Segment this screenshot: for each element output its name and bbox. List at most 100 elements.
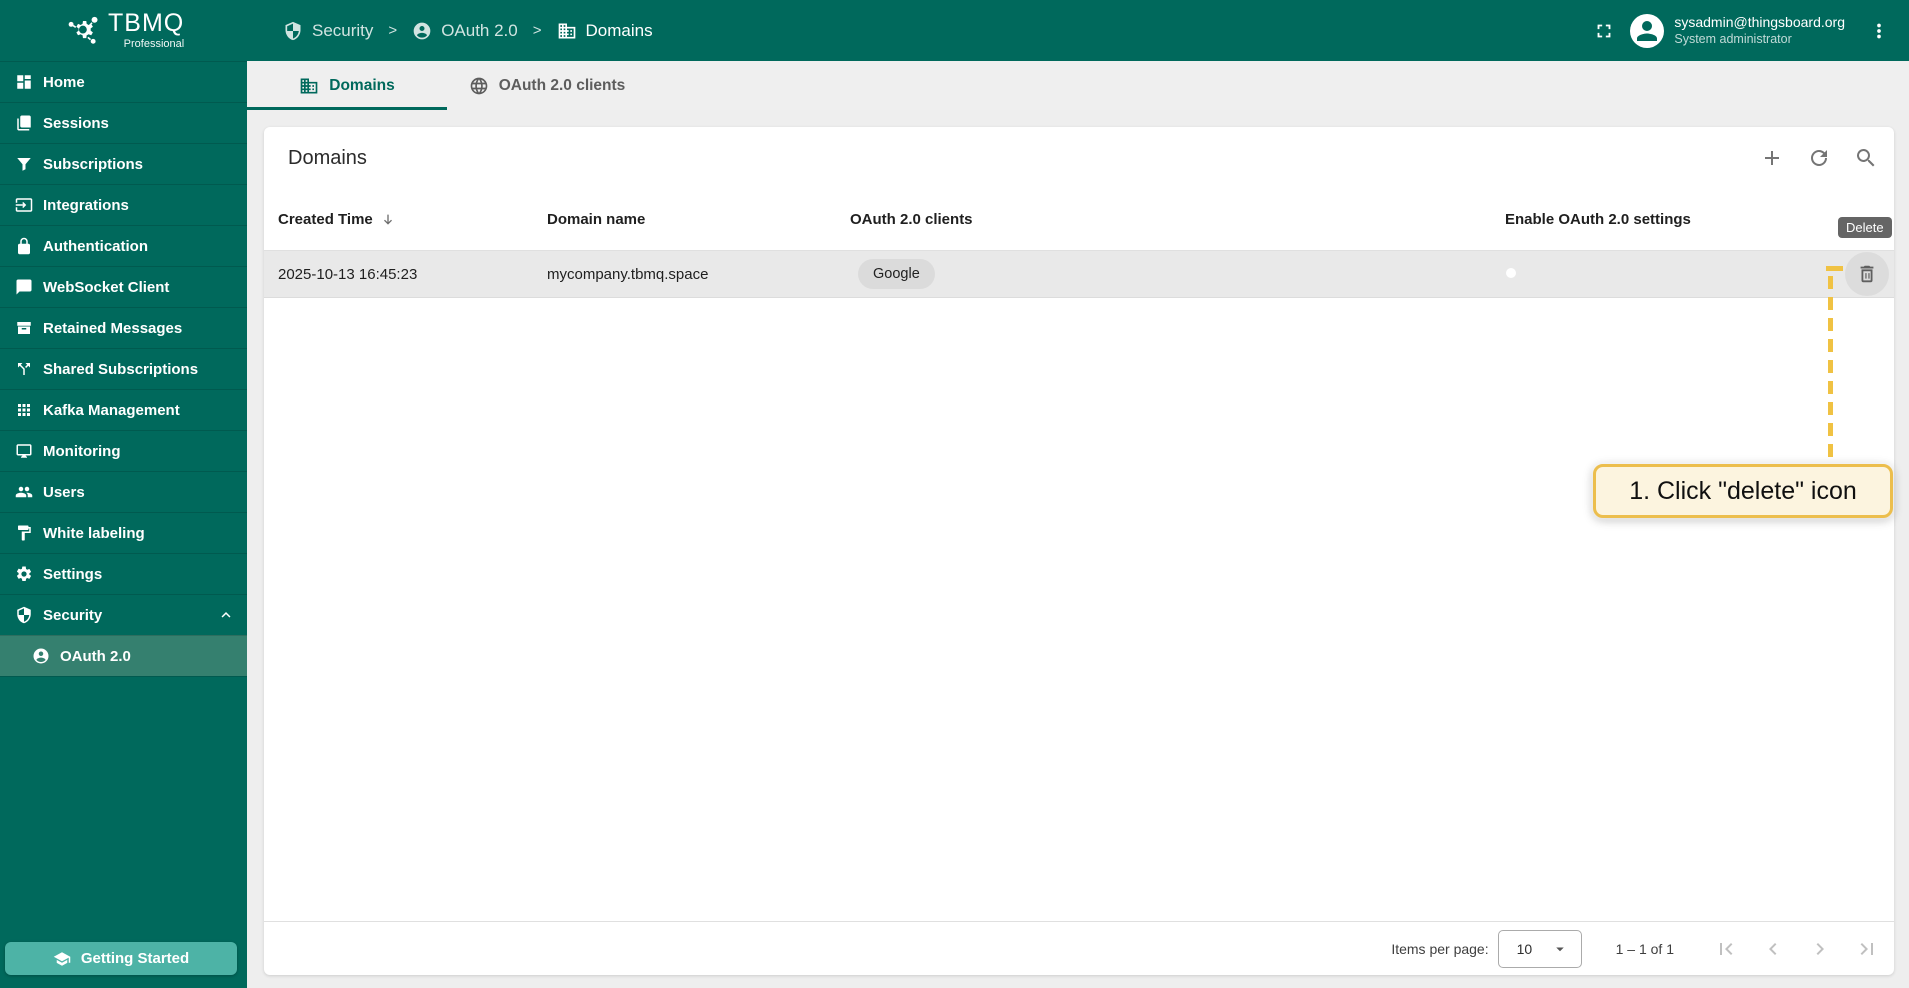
page-size-value: 10: [1516, 940, 1533, 957]
tbmq-app: TBMQ Professional Home Sessions Subscripti…: [0, 0, 1909, 988]
sidebar-item-integrations[interactable]: Integrations: [0, 184, 247, 225]
filter-icon: [15, 155, 33, 173]
annotation-callout: 1. Click "delete" icon: [1593, 464, 1893, 518]
tab-bar: Domains OAuth 2.0 clients: [247, 61, 1909, 110]
delete-tooltip: Delete: [1838, 217, 1892, 238]
main-area: Domains OAuth 2.0 clients Domains Create…: [247, 61, 1909, 988]
column-domain-name[interactable]: Domain name: [547, 211, 850, 228]
page-range-label: 1 – 1 of 1: [1615, 940, 1674, 957]
cell-enable-oauth: [1505, 266, 1805, 283]
more-vert-icon: [1868, 20, 1890, 42]
breadcrumb-domains[interactable]: Domains: [557, 21, 653, 41]
table-row[interactable]: 2025-10-13 16:45:23 mycompany.tbmq.space…: [264, 250, 1894, 298]
fullscreen-button[interactable]: [1584, 11, 1624, 51]
cell-domain-name: mycompany.tbmq.space: [547, 265, 709, 283]
dashboard-icon: [15, 73, 33, 91]
table-header-row: Created Time Domain name OAuth 2.0 clien…: [264, 189, 1894, 250]
gear-icon: [15, 565, 33, 583]
sidebar-item-home[interactable]: Home: [0, 61, 247, 102]
sidebar-item-security[interactable]: Security: [0, 594, 247, 635]
refresh-button[interactable]: [1799, 138, 1839, 178]
delete-domain-button[interactable]: [1845, 252, 1889, 296]
search-button[interactable]: [1846, 138, 1886, 178]
plus-icon: [1760, 146, 1784, 170]
tbmq-logo-icon: [62, 10, 104, 52]
sidebar-item-white-labeling[interactable]: White labeling: [0, 512, 247, 553]
fullscreen-icon: [1593, 20, 1615, 42]
refresh-icon: [1807, 146, 1831, 170]
sidebar-item-kafka-management[interactable]: Kafka Management: [0, 389, 247, 430]
breadcrumb-separator: >: [532, 22, 542, 39]
sidebar-item-monitoring[interactable]: Monitoring: [0, 430, 247, 471]
shield-icon: [15, 606, 33, 624]
sidebar-item-settings[interactable]: Settings: [0, 553, 247, 594]
chevron-up-icon[interactable]: [217, 606, 235, 624]
avatar[interactable]: [1630, 13, 1665, 48]
column-enable-oauth[interactable]: Enable OAuth 2.0 settings: [1505, 211, 1805, 228]
getting-started-button[interactable]: Getting Started: [5, 942, 237, 975]
caret-down-icon: [1551, 940, 1569, 958]
user-info: sysadmin@thingsboard.org System administ…: [1674, 13, 1845, 47]
first-page-icon: [1714, 937, 1738, 961]
chevron-left-icon: [1761, 937, 1785, 961]
card-header: Domains: [264, 127, 1894, 189]
sidebar-item-authentication[interactable]: Authentication: [0, 225, 247, 266]
tab-oauth-clients[interactable]: OAuth 2.0 clients: [447, 61, 647, 110]
user-role: System administrator: [1674, 32, 1792, 47]
domains-card: Domains Created Time Domain name OAuth 2…: [264, 127, 1894, 975]
cell-actions: [1805, 252, 1894, 296]
integrations-icon: [15, 196, 33, 214]
globe-icon: [469, 76, 489, 96]
column-created-time[interactable]: Created Time: [264, 211, 547, 228]
toggle-knob: [1506, 267, 1516, 278]
annotation-connector-horizontal: [1826, 266, 1843, 271]
user-email: sysadmin@thingsboard.org: [1674, 14, 1845, 31]
sidebar-nav: Home Sessions Subscriptions Integrations Aut…: [0, 61, 247, 676]
sidebar-item-websocket-client[interactable]: WebSocket Client: [0, 266, 247, 307]
last-page-button[interactable]: [1843, 929, 1890, 969]
lock-icon: [15, 237, 33, 255]
archive-icon: [15, 319, 33, 337]
sidebar-item-sessions[interactable]: Sessions: [0, 102, 247, 143]
sessions-icon: [15, 114, 33, 132]
first-page-button[interactable]: [1702, 929, 1749, 969]
page-title: Domains: [288, 146, 367, 169]
paginator: Items per page: 10 1 – 1 of 1: [264, 921, 1894, 975]
sidebar-item-subscriptions[interactable]: Subscriptions: [0, 143, 247, 184]
cell-oauth-clients: Google: [850, 259, 1505, 289]
chat-icon: [15, 278, 33, 296]
top-bar-right: sysadmin@thingsboard.org System administ…: [1584, 11, 1899, 51]
next-page-button[interactable]: [1796, 929, 1843, 969]
page-size-select[interactable]: 10: [1497, 929, 1582, 968]
pagination-buttons: [1702, 929, 1890, 969]
domain-icon: [557, 21, 577, 41]
sidebar-item-retained-messages[interactable]: Retained Messages: [0, 307, 247, 348]
sidebar-item-users[interactable]: Users: [0, 471, 247, 512]
client-chip: Google: [858, 259, 935, 289]
domain-icon: [299, 76, 319, 96]
breadcrumb-oauth[interactable]: OAuth 2.0: [412, 21, 518, 41]
more-menu-button[interactable]: [1859, 11, 1899, 51]
previous-page-button[interactable]: [1749, 929, 1796, 969]
breadcrumb: Security > OAuth 2.0 > Domains: [283, 21, 653, 41]
tab-domains[interactable]: Domains: [247, 61, 447, 110]
cell-created-time: 2025-10-13 16:45:23: [278, 265, 418, 283]
user-circle-icon: [32, 647, 50, 665]
brand-subtitle: Professional: [123, 38, 185, 50]
card-actions: [1752, 138, 1886, 178]
school-icon: [53, 950, 71, 968]
add-domain-button[interactable]: [1752, 138, 1792, 178]
column-oauth-clients[interactable]: OAuth 2.0 clients: [850, 211, 1505, 228]
annotation-connector-line: [1828, 276, 1833, 464]
brand-logo[interactable]: TBMQ Professional: [0, 0, 247, 61]
sidebar: TBMQ Professional Home Sessions Subscripti…: [0, 0, 247, 988]
user-circle-icon: [412, 21, 432, 41]
trash-icon: [1856, 263, 1878, 285]
breadcrumb-security[interactable]: Security: [283, 21, 373, 41]
sidebar-item-shared-subscriptions[interactable]: Shared Subscriptions: [0, 348, 247, 389]
apps-icon: [15, 401, 33, 419]
person-icon: [1632, 16, 1662, 46]
sidebar-item-oauth-2-0[interactable]: OAuth 2.0: [0, 635, 247, 676]
chevron-right-icon: [1808, 937, 1832, 961]
last-page-icon: [1855, 937, 1879, 961]
